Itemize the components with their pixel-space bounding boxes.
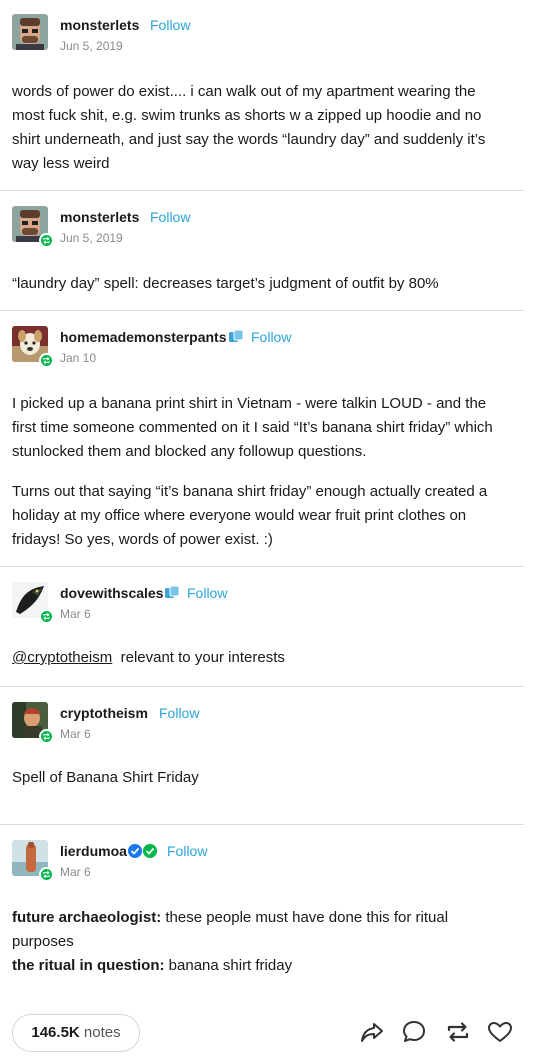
- divider: [0, 310, 524, 311]
- reblog-badge-icon: [39, 729, 54, 744]
- reblog-badge-icon: [39, 867, 54, 882]
- side-blog-icon: [164, 585, 180, 606]
- heart-icon[interactable]: [486, 1018, 514, 1046]
- post-date: Mar 6: [60, 607, 91, 621]
- follow-button[interactable]: Follow: [150, 209, 190, 225]
- post-header: monsterlets Follow Jun 5, 2019: [12, 206, 512, 248]
- speaker-label: future archaeologist:: [12, 909, 162, 926]
- reblog-badge-icon: [39, 609, 54, 624]
- reply-bubble-icon[interactable]: [400, 1018, 428, 1046]
- post-date: Jun 5, 2019: [60, 231, 123, 245]
- reblog-badge-icon: [39, 353, 54, 368]
- reblog-icon[interactable]: [444, 1018, 472, 1046]
- paragraph: I picked up a banana print shirt in Viet…: [12, 395, 493, 460]
- post-date: Mar 6: [60, 865, 91, 879]
- post-date: Mar 6: [60, 727, 91, 741]
- divider: [0, 824, 524, 825]
- username[interactable]: dovewithscales: [60, 585, 164, 601]
- follow-button[interactable]: Follow: [187, 585, 227, 601]
- divider: [0, 566, 524, 567]
- post-body: Spell of Banana Shirt Friday: [12, 769, 199, 786]
- paragraph: the ritual in question: banana shirt fri…: [12, 954, 512, 978]
- mention-link[interactable]: @cryptotheism: [12, 649, 112, 666]
- verified-check-icon: [127, 843, 159, 864]
- post-body: I picked up a banana print shirt in Viet…: [12, 392, 512, 568]
- divider: [0, 190, 524, 191]
- paragraph: future archaeologist: these people must …: [12, 906, 512, 954]
- notes-count: 146.5K: [31, 1024, 80, 1041]
- side-blog-icon: [228, 329, 244, 350]
- username[interactable]: lierdumoa: [60, 843, 127, 859]
- divider: [0, 686, 524, 687]
- post-body: future archaeologist: these people must …: [12, 906, 512, 978]
- post-body: @cryptotheism relevant to your interests: [12, 646, 512, 670]
- notes-label: notes: [83, 1024, 121, 1041]
- post-header: lierdumoa Follow Mar 6: [12, 840, 512, 882]
- notes-button[interactable]: 146.5K notes: [12, 1014, 140, 1052]
- username[interactable]: monsterlets: [60, 17, 139, 33]
- reblog-badge-icon: [39, 233, 54, 248]
- username[interactable]: homemademonsterpants: [60, 329, 226, 345]
- post-date: Jan 10: [60, 351, 97, 365]
- paragraph: Turns out that saying “it’s banana shirt…: [12, 483, 488, 548]
- follow-button[interactable]: Follow: [167, 843, 207, 859]
- post-text: relevant to your interests: [120, 649, 285, 666]
- post-body: “laundry day” spell: decreases target’s …: [12, 275, 439, 292]
- follow-button[interactable]: Follow: [251, 329, 291, 345]
- post-header: homemademonsterpants Follow Jan 10: [12, 326, 512, 368]
- post-header: monsterlets Follow Jun 5, 2019: [12, 14, 512, 54]
- speaker-label: the ritual in question:: [12, 957, 165, 974]
- avatar[interactable]: [12, 14, 48, 50]
- username[interactable]: monsterlets: [60, 209, 139, 225]
- post-header: dovewithscales Follow Mar 6: [12, 582, 512, 624]
- post-body: words of power do exist.... i can walk o…: [12, 83, 486, 172]
- post-date: Jun 5, 2019: [60, 39, 123, 53]
- username[interactable]: cryptotheism: [60, 705, 148, 721]
- follow-button[interactable]: Follow: [150, 17, 190, 33]
- post-text: banana shirt friday: [164, 957, 293, 974]
- share-arrow-icon[interactable]: [358, 1018, 386, 1046]
- follow-button[interactable]: Follow: [159, 705, 199, 721]
- post-header: cryptotheism Follow Mar 6: [12, 702, 512, 744]
